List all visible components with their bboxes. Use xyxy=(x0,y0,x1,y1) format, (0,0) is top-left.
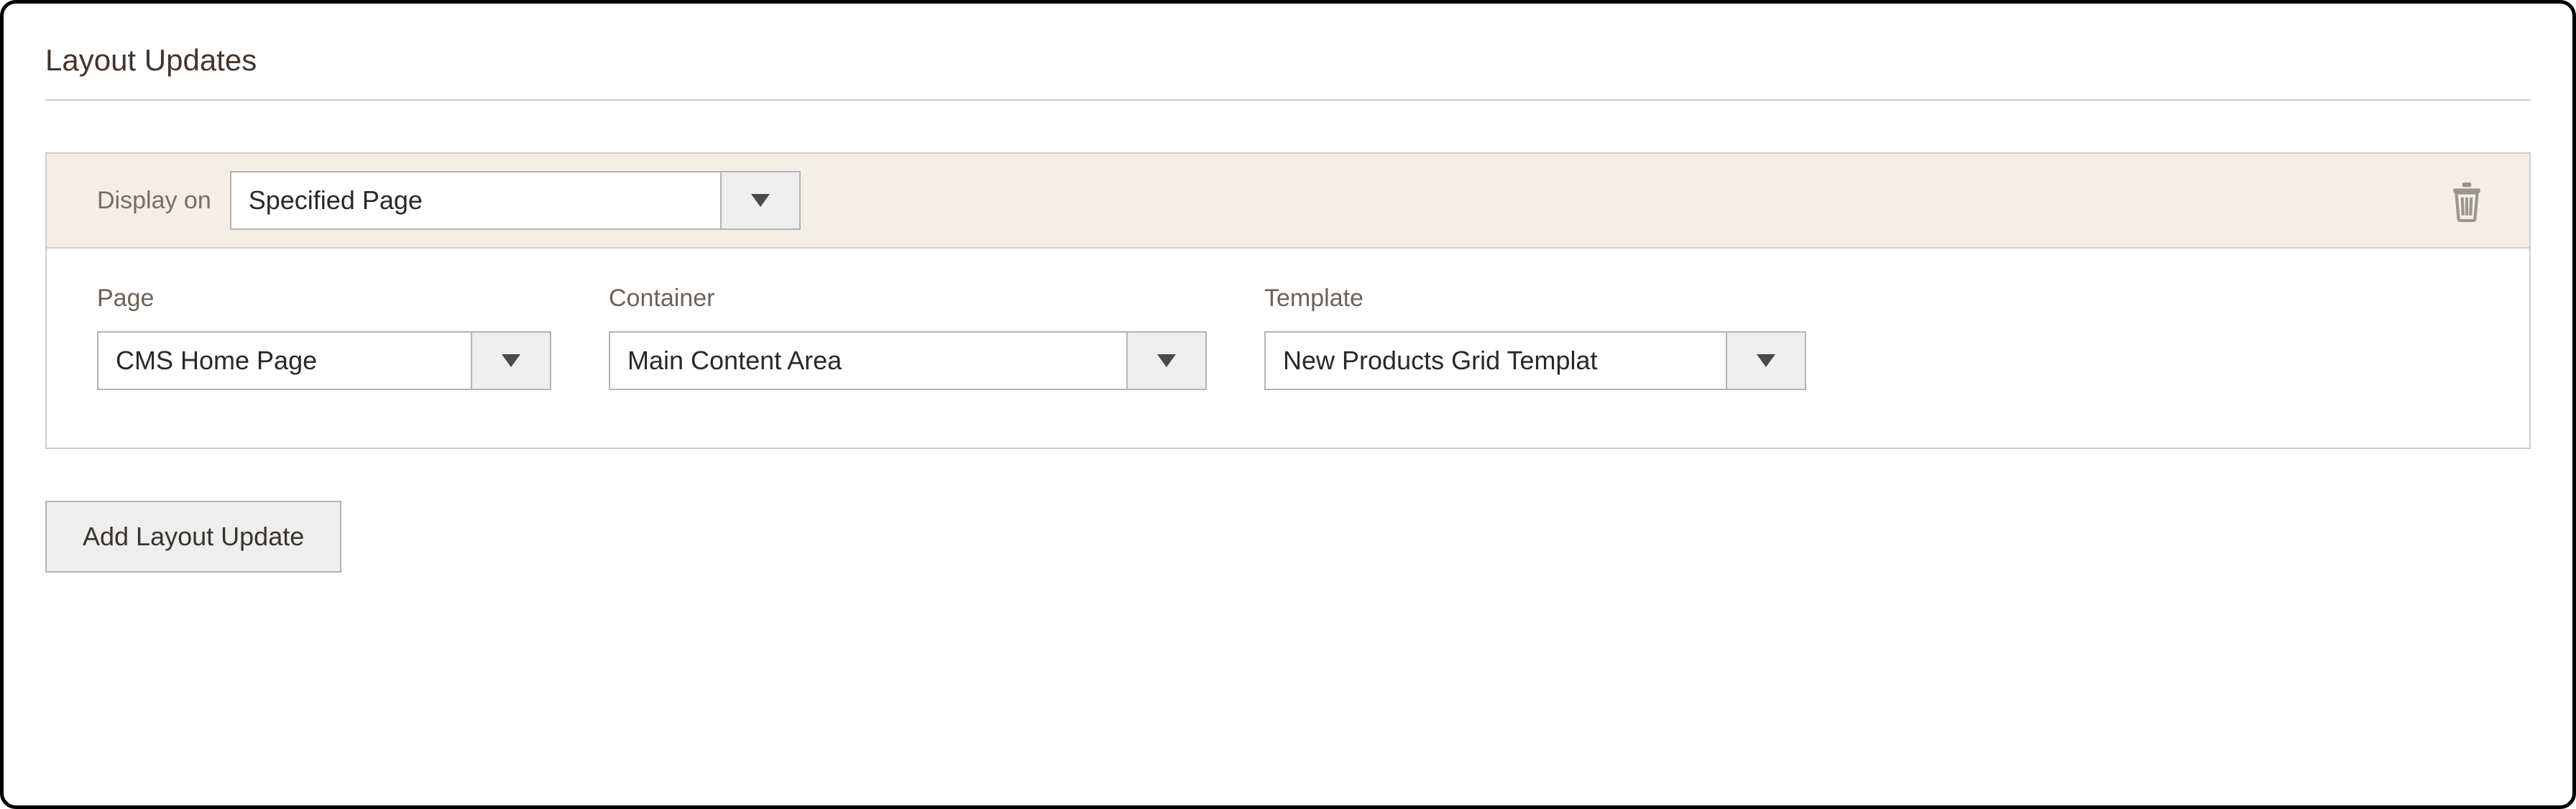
caret-down-icon xyxy=(720,172,799,228)
caret-down-icon xyxy=(1726,333,1805,389)
display-on-label: Display on xyxy=(97,187,211,215)
template-field: Template New Products Grid Templat xyxy=(1264,285,1806,390)
container-label: Container xyxy=(609,285,1207,313)
layout-update-row: Display on Specified Page xyxy=(45,152,2531,449)
layout-updates-panel: Layout Updates Display on Specified Page xyxy=(0,0,2576,809)
display-on-value: Specified Page xyxy=(231,172,720,228)
display-on-select[interactable]: Specified Page xyxy=(230,171,801,230)
container-field: Container Main Content Area xyxy=(609,285,1207,390)
trash-icon[interactable] xyxy=(2449,179,2485,222)
page-label: Page xyxy=(97,285,551,313)
container-select[interactable]: Main Content Area xyxy=(609,331,1207,390)
template-label: Template xyxy=(1264,285,1806,313)
caret-down-icon xyxy=(1126,333,1205,389)
page-value: CMS Home Page xyxy=(98,333,471,389)
template-value: New Products Grid Templat xyxy=(1266,333,1726,389)
container-value: Main Content Area xyxy=(610,333,1126,389)
add-button-label: Add Layout Update xyxy=(83,522,304,552)
template-select[interactable]: New Products Grid Templat xyxy=(1264,331,1806,390)
update-header: Display on Specified Page xyxy=(47,154,2529,249)
divider xyxy=(45,99,2531,101)
update-body: Page CMS Home Page Container Main Conten… xyxy=(47,249,2529,448)
page-select[interactable]: CMS Home Page xyxy=(97,331,551,390)
page-field: Page CMS Home Page xyxy=(97,285,551,390)
caret-down-icon xyxy=(471,333,550,389)
add-layout-update-button[interactable]: Add Layout Update xyxy=(45,501,341,573)
section-title: Layout Updates xyxy=(45,43,2531,99)
